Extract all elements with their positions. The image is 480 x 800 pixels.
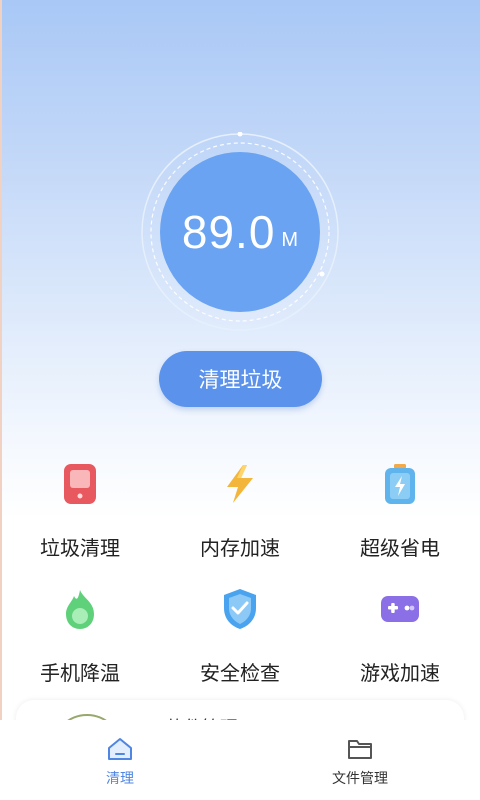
feature-label: 超级省电 xyxy=(360,536,440,560)
nav-label-clean: 清理 xyxy=(106,771,134,787)
clean-junk-button[interactable]: 清理垃圾 xyxy=(159,351,322,407)
junk-size-value: 89.0 xyxy=(181,206,276,258)
feature-label: 内存加速 xyxy=(200,536,280,560)
shield-icon xyxy=(216,585,264,633)
gauge-core: 89.0 M xyxy=(160,152,320,312)
junk-size-unit: M xyxy=(281,228,299,251)
battery-icon xyxy=(376,460,424,508)
feature-row: 垃圾清理 内存加速 超级省电 xyxy=(0,455,480,580)
flame-cool-icon xyxy=(56,585,104,633)
feature-power-save[interactable]: 超级省电 xyxy=(320,455,480,580)
feature-junk-clean[interactable]: 垃圾清理 xyxy=(0,455,160,580)
home-icon xyxy=(108,738,132,760)
folder-icon xyxy=(348,740,372,759)
nav-label-file-manage: 文件管理 xyxy=(332,771,388,787)
phone-trash-icon xyxy=(56,460,104,508)
feature-row: 手机降温 安全检查 游戏加速 xyxy=(0,580,480,705)
feature-security-check[interactable]: 安全检查 xyxy=(160,580,320,705)
storage-gauge: 89.0 M xyxy=(140,132,340,332)
gamepad-icon xyxy=(376,585,424,633)
feature-memory-boost[interactable]: 内存加速 xyxy=(160,455,320,580)
feature-label: 垃圾清理 xyxy=(40,536,120,560)
feature-label: 游戏加速 xyxy=(360,661,440,685)
feature-game-boost[interactable]: 游戏加速 xyxy=(320,580,480,705)
feature-label: 安全检查 xyxy=(200,661,280,685)
feature-grid: 垃圾清理 内存加速 超级省电 手机降温 安全检查 游戏加速 xyxy=(0,455,480,705)
nav-item-clean[interactable]: 清理 xyxy=(0,720,240,800)
nav-item-file-manage[interactable]: 文件管理 xyxy=(240,720,480,800)
feature-label: 手机降温 xyxy=(40,661,120,685)
bottom-nav: 清理 文件管理 xyxy=(0,720,480,800)
feature-phone-cool[interactable]: 手机降温 xyxy=(0,580,160,705)
lightning-icon xyxy=(216,460,264,508)
